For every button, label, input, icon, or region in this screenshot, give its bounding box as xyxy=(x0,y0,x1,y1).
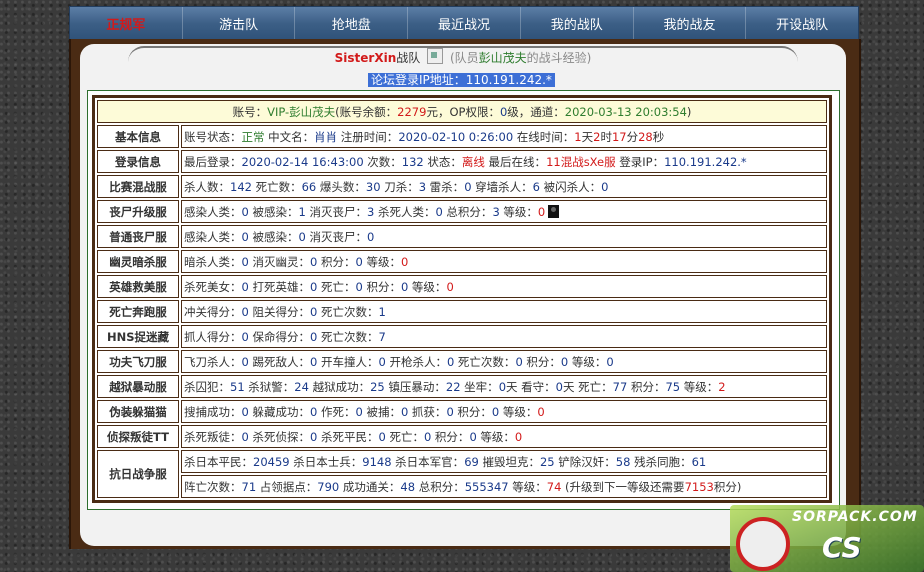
mix-server-values: 杀人数：142 死亡数：66 爆头数：30 刀杀：3 雷杀：0 穿墙杀人：6 被… xyxy=(181,175,827,198)
hero-beauty-values: 杀死美女：0 打死英雄：0 死亡：0 积分：0 等级：0 xyxy=(181,275,827,298)
table-row: 阵亡次数：71 占领据点：790 成功通关：48 总积分：555347 等级：7… xyxy=(97,475,827,498)
forum-login-ip: 论坛登录IP地址：110.191.242.* xyxy=(368,73,555,87)
member-name: 彭山茂夫 xyxy=(478,51,527,65)
hide-and-seek-values: 搜捕成功：0 躲藏成功：0 作死：0 被捕：0 抓获：0 积分：0 等级：0 xyxy=(181,400,827,423)
category-jailbreak[interactable]: 越狱暴动服 xyxy=(97,375,179,398)
stats-table: 账号：VIP-彭山茂夫(账号余额：2279元，OP权限：0级，通道：2020-0… xyxy=(92,95,832,503)
top-nav: 正规军 游击队 抢地盘 最近战况 我的战队 我的战友 开设战队 xyxy=(69,6,859,41)
table-row: 丧尸升级服 感染人类：0 被感染：1 消灭丧尸：3 杀死人类：0 总积分：3 等… xyxy=(97,200,827,223)
jailbreak-values: 杀囚犯：51 杀狱警：24 越狱成功：25 镇压暴动：22 坐牢：0天 看守：0… xyxy=(181,375,827,398)
basic-info-values: 账号状态：正常 中文名：肖肖 注册时间：2020-02-10 0:26:00 在… xyxy=(181,125,827,148)
table-row: 英雄救美服 杀死美女：0 打死英雄：0 死亡：0 积分：0 等级：0 xyxy=(97,275,827,298)
table-row: 登录信息 最后登录：2020-02-14 16:43:00 次数：132 状态：… xyxy=(97,150,827,173)
category-ghost-assassin[interactable]: 幽灵暗杀服 xyxy=(97,250,179,273)
table-row: 死亡奔跑服 冲关得分：0 阻关得分：0 死亡次数：1 xyxy=(97,300,827,323)
account-summary: 账号：VIP-彭山茂夫(账号余额：2279元，OP权限：0级，通道：2020-0… xyxy=(97,100,827,123)
zombie-upgrade-values: 感染人类：0 被感染：1 消灭丧尸：3 杀死人类：0 总积分：3 等级：0 xyxy=(181,200,827,223)
nav-recent-battles[interactable]: 最近战况 xyxy=(408,7,521,40)
category-normal-zombie[interactable]: 普通丧尸服 xyxy=(97,225,179,248)
category-hero-beauty[interactable]: 英雄救美服 xyxy=(97,275,179,298)
nav-my-comrades[interactable]: 我的战友 xyxy=(634,7,747,40)
ttt-values: 杀死叛徒：0 杀死侦探：0 杀死平民：0 死亡：0 积分：0 等级：0 xyxy=(181,425,827,448)
table-row: 普通丧尸服 感染人类：0 被感染：0 消灭丧尸：0 xyxy=(97,225,827,248)
table-row: 伪装躲猫猫 搜捕成功：0 躲藏成功：0 作死：0 被捕：0 抓获：0 积分：0 … xyxy=(97,400,827,423)
table-row: 侦探叛徒TT 杀死叛徒：0 杀死侦探：0 杀死平民：0 死亡：0 积分：0 等级… xyxy=(97,425,827,448)
war-values-2: 阵亡次数：71 占领据点：790 成功通关：48 总积分：555347 等级：7… xyxy=(181,475,827,498)
title-suffix: 的战斗经验) xyxy=(526,51,592,65)
table-row: 功夫飞刀服 飞刀杀人：0 踢死敌人：0 开车撞人：0 开枪杀人：0 死亡次数：0… xyxy=(97,350,827,373)
nav-guerrilla[interactable]: 游击队 xyxy=(183,7,296,40)
category-mix-server[interactable]: 比赛混战服 xyxy=(97,175,179,198)
table-row: 基本信息 账号状态：正常 中文名：肖肖 注册时间：2020-02-10 0:26… xyxy=(97,125,827,148)
team-logo-image xyxy=(427,48,444,64)
kungfu-knife-values: 飞刀杀人：0 踢死敌人：0 开车撞人：0 开枪杀人：0 死亡次数：0 积分：0 … xyxy=(181,350,827,373)
login-info-values: 最后登录：2020-02-14 16:43:00 次数：132 状态：离线 最后… xyxy=(181,150,827,173)
hns-values: 抓人得分：0 保命得分：0 死亡次数：7 xyxy=(181,325,827,348)
team-label: 战队 xyxy=(396,51,421,65)
nav-regular-army[interactable]: 正规军 xyxy=(70,7,183,40)
table-row: 抗日战争服 杀日本平民：20459 杀日本士兵：9148 杀日本军官：69 摧毁… xyxy=(97,450,827,498)
war-values-1: 杀日本平民：20459 杀日本士兵：9148 杀日本军官：69 摧毁坦克：25 … xyxy=(181,450,827,473)
logo-text-2: CS xyxy=(822,531,862,564)
team-name[interactable]: SisterXin xyxy=(335,51,397,65)
nav-my-team[interactable]: 我的战队 xyxy=(521,7,634,40)
table-row: 越狱暴动服 杀囚犯：51 杀狱警：24 越狱成功：25 镇压暴动：22 坐牢：0… xyxy=(97,375,827,398)
nav-territory[interactable]: 抢地盘 xyxy=(295,7,409,40)
table-row: HNS捉迷藏 抓人得分：0 保命得分：0 死亡次数：7 xyxy=(97,325,827,348)
death-run-values: 冲关得分：0 阻关得分：0 死亡次数：1 xyxy=(181,300,827,323)
title-prefix: (队员 xyxy=(449,51,479,65)
category-hns[interactable]: HNS捉迷藏 xyxy=(97,325,179,348)
level-avatar-icon xyxy=(548,204,560,218)
page-title: SisterXin战队 (队员彭山茂夫的战斗经验) xyxy=(80,46,846,68)
nav-create-team[interactable]: 开设战队 xyxy=(746,7,858,40)
logo-text-1: SORPACK.COM xyxy=(792,509,918,525)
category-anti-japanese-war[interactable]: 抗日战争服 xyxy=(97,450,179,498)
category-hide-and-seek[interactable]: 伪装躲猫猫 xyxy=(97,400,179,423)
category-kungfu-knife[interactable]: 功夫飞刀服 xyxy=(97,350,179,373)
account-row: 账号：VIP-彭山茂夫(账号余额：2279元，OP权限：0级，通道：2020-0… xyxy=(97,100,827,123)
ghost-assassin-values: 暗杀人类：0 消灭幽灵：0 积分：0 等级：0 xyxy=(181,250,827,273)
category-zombie-upgrade[interactable]: 丧尸升级服 xyxy=(97,200,179,223)
category-ttt[interactable]: 侦探叛徒TT xyxy=(97,425,179,448)
category-login-info[interactable]: 登录信息 xyxy=(97,150,179,173)
table-row: 比赛混战服 杀人数：142 死亡数：66 爆头数：30 刀杀：3 雷杀：0 穿墙… xyxy=(97,175,827,198)
category-basic-info[interactable]: 基本信息 xyxy=(97,125,179,148)
table-row: 幽灵暗杀服 暗杀人类：0 消灭幽灵：0 积分：0 等级：0 xyxy=(97,250,827,273)
site-watermark-logo: SORPACK.COM CS xyxy=(730,505,924,572)
normal-zombie-values: 感染人类：0 被感染：0 消灭丧尸：0 xyxy=(181,225,827,248)
logo-mark-icon xyxy=(736,517,790,571)
category-death-run[interactable]: 死亡奔跑服 xyxy=(97,300,179,323)
